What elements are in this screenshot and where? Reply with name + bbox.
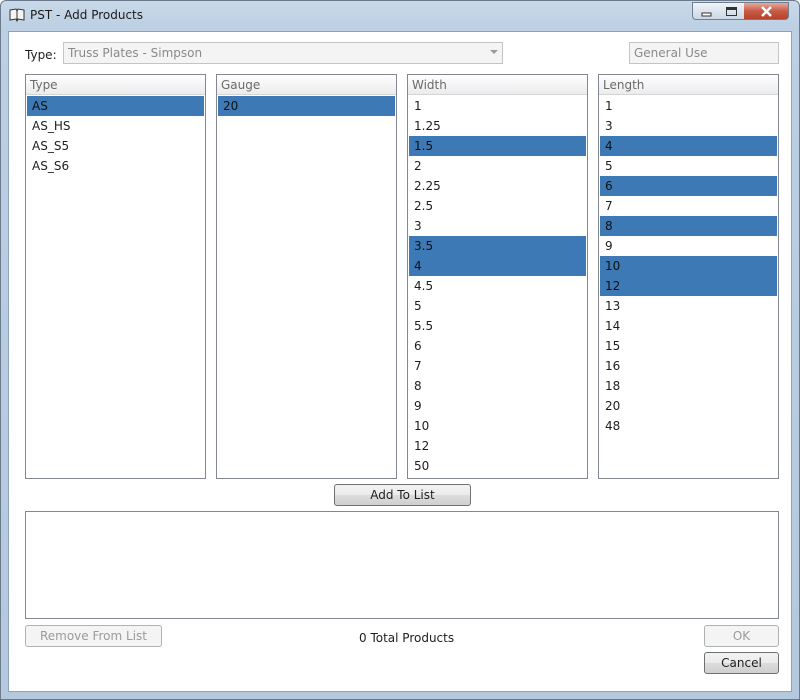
list-item[interactable]: 6	[600, 176, 777, 196]
list-item[interactable]: 13	[600, 296, 777, 316]
list-item[interactable]: 3	[600, 116, 777, 136]
list-item[interactable]: 1.5	[409, 136, 586, 156]
minimize-icon	[701, 12, 712, 17]
maximize-icon	[726, 7, 737, 16]
close-button[interactable]	[744, 2, 789, 20]
list-item[interactable]: 2.25	[409, 176, 586, 196]
gauge-listbox[interactable]: Gauge 20	[216, 74, 397, 479]
close-icon	[761, 6, 772, 17]
product-type-dropdown[interactable]: Truss Plates - Simpson	[63, 42, 503, 64]
cancel-button[interactable]: Cancel	[704, 652, 779, 674]
list-item[interactable]: 9	[600, 236, 777, 256]
list-item[interactable]: 48	[600, 416, 777, 436]
list-item[interactable]: 18	[600, 376, 777, 396]
width-list-header: Width	[408, 75, 587, 95]
list-item[interactable]: 12	[600, 276, 777, 296]
type-label: Type:	[25, 48, 57, 62]
chevron-down-icon	[490, 50, 498, 54]
list-item[interactable]: 8	[409, 376, 586, 396]
list-item[interactable]: 4.5	[409, 276, 586, 296]
type-listbox[interactable]: Type AS AS_HS AS_S5 AS_S6	[25, 74, 206, 479]
width-listbox[interactable]: Width 1 1.25 1.5 2 2.25 2.5 3 3.5 4 4.5 5 5.5 6 7 8 9 10…	[407, 74, 588, 479]
title-bar[interactable]: PST - Add Products	[1, 1, 799, 31]
added-products-list[interactable]	[25, 511, 779, 619]
list-item[interactable]: 1.25	[409, 116, 586, 136]
list-item[interactable]: 8	[600, 216, 777, 236]
list-item[interactable]: 5	[600, 156, 777, 176]
list-item[interactable]: 2.5	[409, 196, 586, 216]
dialog-content: Type: Truss Plates - Simpson General Use…	[8, 31, 792, 692]
minimize-button[interactable]	[692, 2, 719, 20]
list-item[interactable]: 7	[600, 196, 777, 216]
length-list-header: Length	[599, 75, 778, 95]
remove-from-list-button[interactable]: Remove From List	[25, 625, 162, 647]
list-item[interactable]: 20	[600, 396, 777, 416]
list-item[interactable]: 5.5	[409, 316, 586, 336]
list-item[interactable]: 14	[600, 316, 777, 336]
list-item[interactable]: 3	[409, 216, 586, 236]
list-item[interactable]: 16	[600, 356, 777, 376]
list-item[interactable]: AS	[27, 96, 204, 116]
list-item[interactable]: 6	[409, 336, 586, 356]
list-item[interactable]: 10	[600, 256, 777, 276]
list-item[interactable]: 9	[409, 396, 586, 416]
list-item[interactable]: 7	[409, 356, 586, 376]
book-icon	[9, 8, 25, 22]
list-item[interactable]: 1	[600, 96, 777, 116]
length-listbox[interactable]: Length 1 3 4 5 6 7 8 9 10 12 13 14 15 16 18 20 48	[598, 74, 779, 479]
list-item[interactable]: 2	[409, 156, 586, 176]
list-item[interactable]: 10	[409, 416, 586, 436]
list-item[interactable]: 5	[409, 296, 586, 316]
list-item[interactable]: 15	[600, 336, 777, 356]
dialog-window: PST - Add Products Type: Truss Plates - …	[0, 0, 800, 700]
total-products-status: 0 Total Products	[359, 631, 455, 645]
list-item[interactable]: 20	[218, 96, 395, 116]
list-item[interactable]: AS_HS	[27, 116, 204, 136]
list-item[interactable]: 4	[600, 136, 777, 156]
list-item[interactable]: 12	[409, 436, 586, 456]
list-item[interactable]: 4	[409, 256, 586, 276]
list-item[interactable]: 50	[409, 456, 586, 476]
list-item[interactable]: AS_S5	[27, 136, 204, 156]
usage-field[interactable]: General Use	[629, 42, 779, 64]
usage-value: General Use	[634, 46, 708, 60]
window-title: PST - Add Products	[30, 8, 144, 22]
maximize-button[interactable]	[718, 2, 745, 20]
ok-button[interactable]: OK	[704, 625, 779, 647]
list-item[interactable]: AS_S6	[27, 156, 204, 176]
product-type-value: Truss Plates - Simpson	[68, 46, 203, 60]
list-item[interactable]: 3.5	[409, 236, 586, 256]
gauge-list-header: Gauge	[217, 75, 396, 95]
type-list-header: Type	[26, 75, 205, 95]
add-to-list-button[interactable]: Add To List	[334, 484, 471, 506]
list-item[interactable]: 1	[409, 96, 586, 116]
